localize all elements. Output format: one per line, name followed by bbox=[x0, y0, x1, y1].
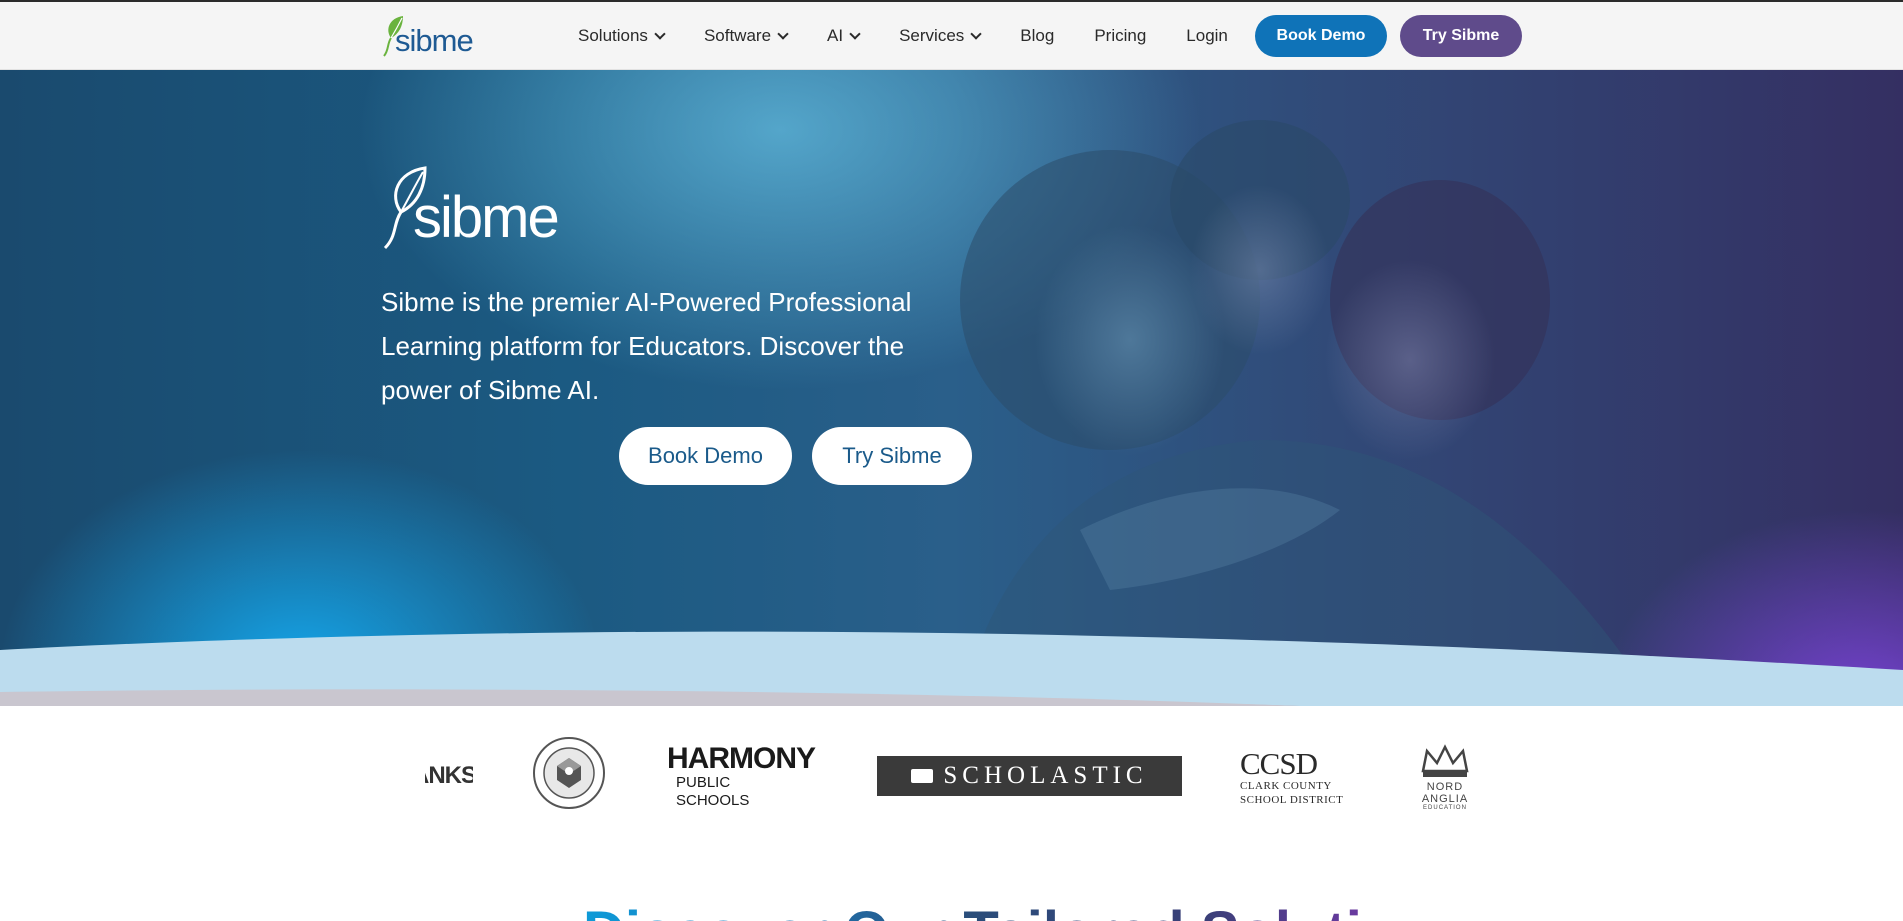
chevron-down-icon bbox=[654, 27, 666, 40]
nav-solutions-label: Solutions bbox=[578, 26, 648, 45]
hero-try-sibme-button[interactable]: Try Sibme bbox=[812, 427, 972, 485]
logo-ccsd-line3: SCHOOL DISTRICT bbox=[1240, 793, 1344, 806]
partner-logos-strip: ANKS HARMONY PUBLIC SCHOOLS SCHOLASTIC C… bbox=[0, 706, 1903, 846]
logo-scholastic: SCHOLASTIC bbox=[877, 756, 1182, 796]
crown-icon bbox=[1421, 744, 1469, 777]
hero-headline: Sibme is the premier AI-Powered Professi… bbox=[381, 287, 912, 405]
nav-pricing[interactable]: Pricing bbox=[1094, 26, 1146, 46]
logo-harmony-title: HARMONY bbox=[667, 742, 816, 775]
logo-scholastic-text: SCHOLASTIC bbox=[943, 762, 1148, 789]
logo-nord-line1: NORD bbox=[1426, 781, 1464, 793]
hero-wave-divider bbox=[0, 631, 1903, 706]
hero-family-photo bbox=[960, 110, 1700, 706]
logo-ccsd-title: CCSD bbox=[1240, 745, 1318, 781]
logo-ccsd-line2: CLARK COUNTY bbox=[1240, 779, 1332, 792]
nav-blog-label: Blog bbox=[1020, 26, 1055, 45]
nav-login-label: Login bbox=[1186, 26, 1228, 45]
nav-ai-label: AI bbox=[827, 26, 844, 45]
logo-nord-anglia: NORD ANGLIA EDUCATION bbox=[1410, 736, 1480, 816]
logo-palm-beach-seal bbox=[532, 736, 606, 810]
hero-book-demo-button[interactable]: Book Demo bbox=[619, 427, 792, 485]
page: sibme Solutions Software AI Services Blo… bbox=[0, 0, 1903, 921]
logo-nord-line2: ANGLIA bbox=[1421, 793, 1469, 805]
logo-harmony-public-schools: HARMONY PUBLIC SCHOOLS bbox=[667, 744, 816, 810]
nav-book-demo-button[interactable]: Book Demo bbox=[1255, 15, 1387, 57]
sibme-logo[interactable]: sibme bbox=[381, 14, 474, 58]
top-navbar: sibme Solutions Software AI Services Blo… bbox=[0, 0, 1903, 70]
hero-section: sibme Sibme is the premier AI-Powered Pr… bbox=[0, 70, 1903, 706]
nav-software-label: Software bbox=[703, 26, 772, 45]
hero-sibme-logo: sibme bbox=[381, 162, 571, 252]
nav-services[interactable]: Services bbox=[899, 26, 982, 46]
open-book-icon bbox=[911, 769, 934, 783]
chevron-down-icon bbox=[849, 27, 861, 40]
nav-services-label: Services bbox=[899, 26, 965, 45]
chevron-down-icon bbox=[970, 27, 982, 40]
section-heading: Discover Our Tailored Soluti bbox=[583, 904, 1362, 921]
nav-blog[interactable]: Blog bbox=[1020, 26, 1054, 46]
nav-try-sibme-button[interactable]: Try Sibme bbox=[1400, 15, 1522, 57]
school-district-seal-icon bbox=[533, 737, 605, 809]
nav-solutions[interactable]: Solutions bbox=[578, 26, 666, 46]
nav-pricing-label: Pricing bbox=[1094, 26, 1147, 45]
logo-banks-text: ANKS bbox=[425, 762, 473, 789]
main-menu: Solutions Software AI Services Blog Pric… bbox=[578, 2, 1268, 70]
logo-ccsd: CCSD CLARK COUNTY SCHOOL DISTRICT bbox=[1240, 742, 1360, 812]
logo-harmony-subtitle: PUBLIC SCHOOLS bbox=[676, 774, 750, 809]
nav-software[interactable]: Software bbox=[703, 26, 789, 46]
hero-logo-wordmark: sibme bbox=[413, 185, 560, 250]
nav-ai[interactable]: AI bbox=[827, 26, 861, 46]
logo-nord-line3: EDUCATION bbox=[1423, 805, 1467, 811]
chevron-down-icon bbox=[777, 27, 789, 40]
nav-login[interactable]: Login bbox=[1186, 26, 1228, 46]
logo-wordmark: sibme bbox=[395, 23, 474, 58]
logo-banks: ANKS bbox=[425, 754, 473, 798]
